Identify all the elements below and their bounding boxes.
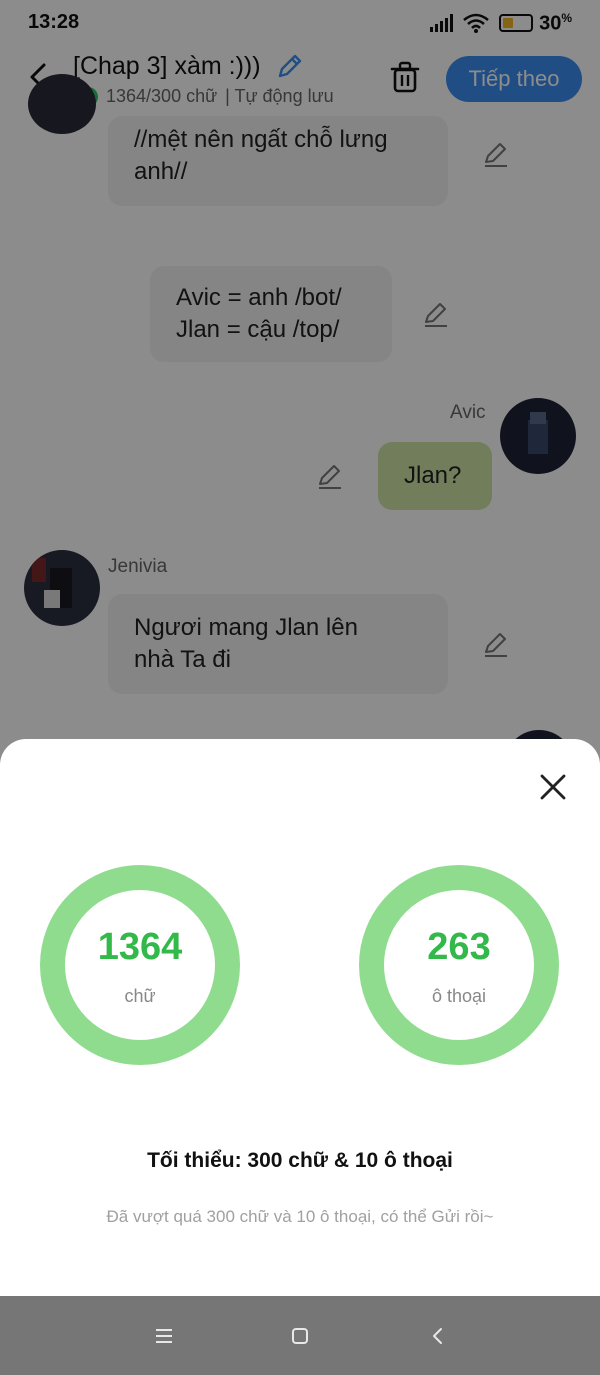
requirement-hint: Đã vượt quá 300 chữ và 10 ô thoại, có th… [106, 1207, 494, 1226]
dialogue-count-label: ô thoại [431, 986, 487, 1006]
dialogue-count-number: 263 [427, 926, 491, 968]
system-nav-bar [0, 1296, 600, 1375]
nav-back-icon[interactable] [424, 1322, 452, 1350]
close-icon[interactable] [538, 772, 568, 802]
dialogue-count-ring: 263 ô thoại [359, 865, 559, 1065]
menu-icon[interactable] [150, 1322, 178, 1350]
word-count-ring: 1364 chữ [40, 865, 240, 1065]
word-count-number: 1364 [97, 926, 183, 968]
chat-screen: 13:28 30% [Chap 3] xàm :))) 1364/300 chữ… [0, 0, 600, 1296]
home-icon[interactable] [286, 1322, 314, 1350]
minimum-requirement: Tối thiểu: 300 chữ & 10 ô thoại [147, 1149, 453, 1172]
word-count-sheet: 1364 chữ 263 ô thoại Tối thiểu: 300 chữ … [0, 739, 600, 1296]
word-count-label: chữ [124, 986, 156, 1006]
